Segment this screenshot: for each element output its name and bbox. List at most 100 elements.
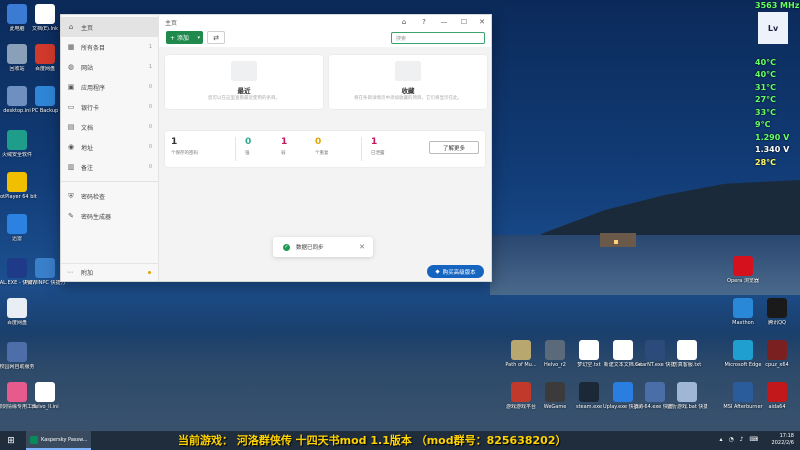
sidebar-item-extras[interactable]: ⋯ 附加 xyxy=(61,263,158,281)
hw-reading: 33°C xyxy=(755,107,777,117)
desktop-icon[interactable]: PalWINPC 快捷方式 xyxy=(25,258,65,286)
stat-item: 1弱 xyxy=(281,137,287,156)
desktop-app-icon xyxy=(7,4,27,24)
sidebar-tool-0[interactable]: ⛨ 密码检查 xyxy=(61,186,158,206)
hw-monitor-readings: 3563 MHz 40°C 40°C 31°C 27°C 33°C 9°C 1.290 V 1.… xyxy=(740,0,800,169)
desktop-icon[interactable]: Helvo_II.ini xyxy=(28,382,62,410)
maximize-button[interactable]: ☐ xyxy=(459,17,469,27)
sidebar-tool-1[interactable]: ✎ 密码生成器 xyxy=(61,206,158,226)
upgrade-button[interactable]: ◆ 购买高级版本 xyxy=(427,265,484,278)
sidebar-item-label: 网站 xyxy=(81,64,94,72)
stat-label: 弱 xyxy=(281,151,286,156)
desktop-icon[interactable]: 梦幻空.txt xyxy=(572,340,606,368)
desktop-app-icon xyxy=(677,340,697,360)
desktop-app-icon xyxy=(733,256,753,276)
sidebar: ⌂ 主页 ▦ 所有条目 1 ◍ 网站 1 ▣ 应用程序 0 ▭ 银行卡 0 ▤ 文档 0 ◉ 地址 0 ▥ 备注 0 ⛨ 密码… xyxy=(61,15,159,281)
desktop-app-icon xyxy=(7,258,27,278)
sidebar-item-count: 0 xyxy=(148,144,152,150)
search-input[interactable]: 搜索 xyxy=(391,32,485,44)
sidebar-item-7[interactable]: ▥ 备注 0 xyxy=(61,157,158,177)
clock-time: 17:18 xyxy=(779,433,794,439)
desktop-icon-label: 百度网盘 xyxy=(6,320,27,326)
system-tray-icons[interactable]: ▴ ◔ ♪ ⌨ xyxy=(720,436,760,443)
close-button[interactable]: ✕ xyxy=(477,17,487,27)
sidebar-item-label: 文档 xyxy=(81,124,94,132)
desktop-app-icon xyxy=(35,86,55,106)
location-icon: ◉ xyxy=(67,143,75,151)
favorites-illustration-icon xyxy=(395,61,421,81)
sidebar-tools: ⛨ 密码检查 ✎ 密码生成器 xyxy=(61,186,158,226)
sidebar-item-label: 应用程序 xyxy=(81,84,106,92)
hw-reading: 1.340 V xyxy=(755,145,790,154)
help-icon[interactable]: ? xyxy=(419,17,429,27)
desktop-icon[interactable]: 火绒安全软件 xyxy=(0,130,34,158)
kaspersky-icon xyxy=(30,435,38,444)
favorites-card[interactable]: 收藏 将在条目详情页中添加收藏的项目，它们将显示在此。 xyxy=(329,55,487,109)
desktop-app-icon xyxy=(511,340,531,360)
taskbar-app-label: Kaspersky Passw... xyxy=(41,436,88,443)
desktop-icon-label: 火绒安全软件 xyxy=(1,152,32,158)
add-button[interactable]: + 添加 ▾ xyxy=(166,31,203,44)
sidebar-item-4[interactable]: ▭ 银行卡 0 xyxy=(61,97,158,117)
sidebar-item-count: 0 xyxy=(148,104,152,110)
stat-divider xyxy=(361,137,362,161)
desktop-icon[interactable]: 校园网自助服务 xyxy=(0,342,35,370)
sidebar-item-label: 密码检查 xyxy=(81,193,106,201)
minimize-button[interactable]: — xyxy=(439,17,449,27)
sidebar-item-2[interactable]: ◍ 网站 1 xyxy=(61,57,158,77)
sync-button[interactable]: ⇄ xyxy=(207,31,225,44)
check-icon: ✓ xyxy=(283,243,290,251)
desktop-icon[interactable]: 运行游戏.bat 快捷方式 xyxy=(667,382,707,410)
desktop-icon[interactable]: Maxthon xyxy=(726,298,760,326)
lock-icon[interactable]: ⌂ xyxy=(399,17,409,27)
wallpaper-house-light xyxy=(614,240,618,244)
desktop-icon-label: 仿真客服.txt xyxy=(672,362,702,368)
chevron-down-icon[interactable]: ▾ xyxy=(197,35,200,41)
desktop-icon[interactable]: 文档(E).lnk xyxy=(28,4,62,32)
desktop-icon[interactable]: PotPlayer 64 bit xyxy=(0,172,37,200)
desktop-icon-label: PotPlayer 64 bit xyxy=(0,194,37,200)
desktop-app-icon xyxy=(35,258,55,278)
desktop-icon[interactable]: Microsoft Edge xyxy=(725,340,761,368)
desktop-app-icon xyxy=(7,130,27,150)
sidebar-item-3[interactable]: ▣ 应用程序 0 xyxy=(61,77,158,97)
close-icon[interactable]: ✕ xyxy=(359,243,365,251)
stat-label: 强 xyxy=(245,151,250,156)
taskbar-app-kaspersky[interactable]: Kaspersky Passw... xyxy=(26,431,91,450)
desktop-icon[interactable]: 百度网盘 xyxy=(0,298,34,326)
recent-illustration-icon xyxy=(231,61,257,81)
taskbar-clock[interactable]: 17:18 2022/2/6 xyxy=(772,433,794,447)
windows-start-icon[interactable]: ⊞ xyxy=(0,431,22,450)
desktop-icon[interactable]: 腾讯QQ xyxy=(760,298,794,326)
desktop-icon[interactable]: PC Backup xyxy=(28,86,62,114)
sidebar-item-5[interactable]: ▤ 文档 0 xyxy=(61,117,158,137)
password-manager-window: ⌂ 主页 ▦ 所有条目 1 ◍ 网站 1 ▣ 应用程序 0 ▭ 银行卡 0 ▤ 文档 0 ◉ 地址 0 ▥ 备注 0 ⛨ 密码… xyxy=(60,14,492,282)
desktop-icon[interactable]: MSI Afterburner xyxy=(723,382,763,410)
desktop-icon[interactable]: steam.exe xyxy=(572,382,606,410)
learn-more-button[interactable]: 了解更多 xyxy=(429,141,479,154)
desktop-icon[interactable]: Helvo_r2 xyxy=(538,340,572,368)
sidebar-divider xyxy=(61,181,158,182)
desktop-app-icon xyxy=(511,382,531,402)
desktop-icon[interactable]: Path of Mu... xyxy=(504,340,538,368)
sidebar-item-0[interactable]: ⌂ 主页 xyxy=(61,17,158,37)
desktop-icon[interactable]: WeGame xyxy=(538,382,572,410)
desktop-icon[interactable]: 仿真客服.txt xyxy=(670,340,704,368)
sidebar-item-1[interactable]: ▦ 所有条目 1 xyxy=(61,37,158,57)
wallpaper-house xyxy=(600,233,636,247)
grid-icon: ▦ xyxy=(67,43,75,51)
desktop-icon[interactable]: 迅雷 xyxy=(0,214,34,242)
desktop-icon[interactable]: cpuz_x64 xyxy=(760,340,794,368)
recent-card[interactable]: 最近 您可以在这里查看最近使用的条目。 xyxy=(165,55,323,109)
app-icon: ▣ xyxy=(67,83,75,91)
desktop-icon[interactable]: aida64 xyxy=(760,382,794,410)
sidebar-item-6[interactable]: ◉ 地址 0 xyxy=(61,137,158,157)
desktop-icon[interactable]: 百度网盘 xyxy=(28,44,62,72)
sidebar-item-count: 0 xyxy=(148,164,152,170)
desktop-icon[interactable]: 游戏游戏平台 xyxy=(504,382,538,410)
desktop-icon[interactable]: Opera 浏览器 xyxy=(726,256,760,284)
card-icon: ▭ xyxy=(67,103,75,111)
desktop-icon-label: Helvo_II.ini xyxy=(31,404,59,410)
diamond-icon: ◆ xyxy=(435,268,440,275)
recent-description: 您可以在这里查看最近使用的条目。 xyxy=(208,96,280,101)
